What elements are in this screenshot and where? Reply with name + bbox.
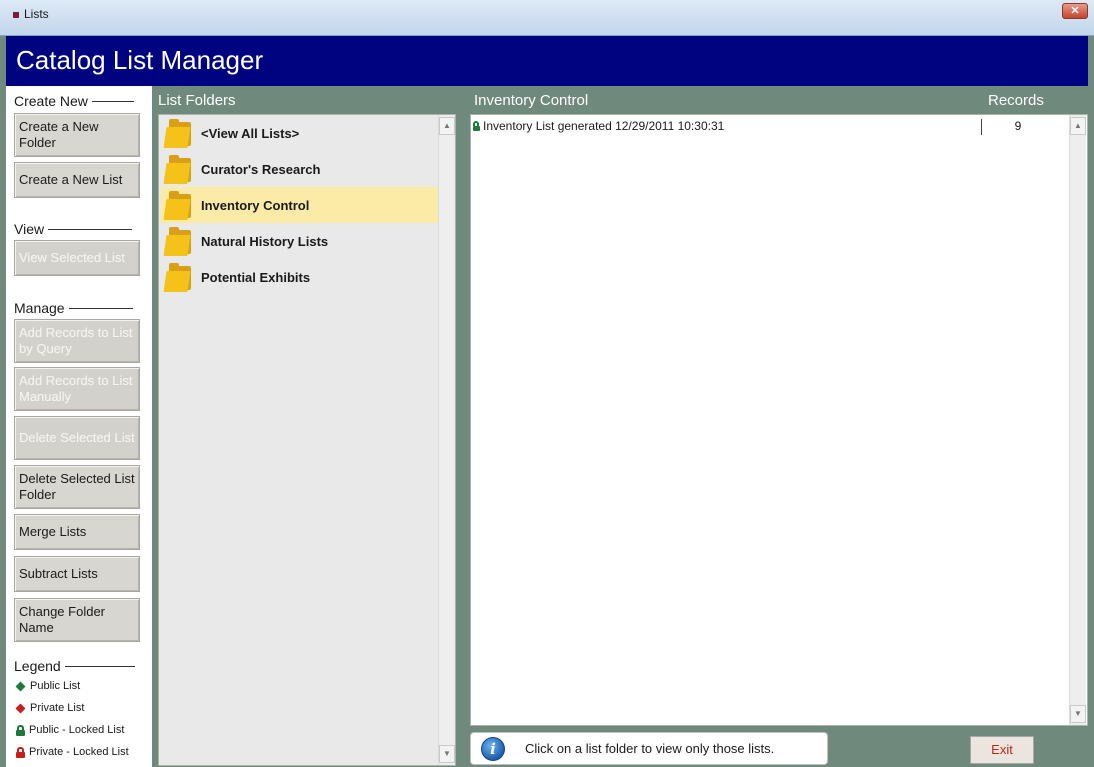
sidebar: Create New Create a New Folder Create a … [6, 86, 152, 767]
scroll-up-icon[interactable]: ▲ [439, 117, 455, 135]
folder-icon [163, 154, 193, 184]
folder-icon [163, 262, 193, 292]
close-icon: ✕ [1070, 5, 1080, 17]
folder-label: <View All Lists> [201, 125, 300, 141]
merge-lists-button[interactable]: Merge Lists [14, 514, 140, 550]
green-lock-icon [16, 724, 25, 736]
folders-header: List Folders [158, 92, 236, 109]
scroll-down-icon[interactable]: ▼ [439, 745, 455, 763]
manage-section-label: Manage [14, 300, 133, 316]
delete-selected-list-button[interactable]: Delete Selected List [14, 416, 140, 460]
folder-item-inventory-control[interactable]: Inventory Control [161, 187, 439, 223]
add-records-manually-button[interactable]: Add Records to List Manually [14, 367, 140, 411]
view-section-label: View [14, 221, 133, 237]
folder-scrollbar[interactable]: ▲ ▼ [438, 115, 455, 765]
delete-selected-folder-button[interactable]: Delete Selected List Folder [14, 465, 140, 509]
list-row[interactable]: Inventory List generated 12/29/2011 10:3… [473, 117, 1067, 135]
folder-item-potential-exhibits[interactable]: Potential Exhibits [161, 259, 439, 295]
record-count: 9 [1014, 119, 1022, 133]
scroll-down-icon[interactable]: ▼ [1070, 705, 1086, 723]
subtract-lists-button[interactable]: Subtract Lists [14, 556, 140, 592]
app-title: Catalog List Manager [16, 45, 264, 75]
records-header: Records [988, 92, 1044, 109]
folder-item-natural-history[interactable]: Natural History Lists [161, 223, 439, 259]
legend-section-label: Legend [14, 658, 135, 674]
folder-list: <View All Lists> Curator's Research Inve… [158, 114, 456, 766]
legend-private: Private List [15, 702, 84, 714]
close-button[interactable]: ✕ [1062, 3, 1088, 19]
info-tip: i Click on a list folder to view only th… [470, 732, 828, 765]
list-scrollbar[interactable]: ▲ ▼ [1069, 115, 1086, 725]
lists-header: Inventory Control [474, 92, 589, 109]
title-bar: Lists ✕ [0, 0, 1094, 36]
create-folder-button[interactable]: Create a New Folder [14, 113, 140, 157]
folder-label: Natural History Lists [201, 233, 329, 249]
folder-icon [163, 190, 193, 220]
scroll-up-icon[interactable]: ▲ [1070, 117, 1086, 135]
legend-private-locked: Private - Locked List [16, 746, 129, 758]
app-window: Lists ✕ Catalog List Manager Create New … [0, 0, 1094, 767]
folder-item-view-all[interactable]: <View All Lists> [161, 115, 439, 151]
folder-icon [163, 226, 193, 256]
window-title: Lists [24, 7, 49, 21]
legend-public: Public List [15, 680, 80, 692]
legend-public-locked: Public - Locked List [16, 724, 124, 736]
folder-label: Potential Exhibits [201, 269, 311, 285]
green-lock-icon [473, 121, 480, 131]
info-text: Click on a list folder to view only thos… [525, 741, 775, 756]
info-icon: i [481, 737, 505, 761]
change-folder-name-button[interactable]: Change Folder Name [14, 598, 140, 642]
app-header: Catalog List Manager [6, 36, 1088, 86]
public-diamond-icon [15, 681, 26, 691]
folder-label: Inventory Control [201, 197, 310, 213]
create-new-section-label: Create New [14, 93, 134, 109]
view-selected-list-button[interactable]: View Selected List [14, 240, 140, 276]
create-list-button[interactable]: Create a New List [14, 162, 140, 198]
folder-icon [163, 118, 193, 148]
exit-button[interactable]: Exit [970, 736, 1034, 764]
column-divider [981, 119, 982, 135]
red-lock-icon [16, 746, 25, 758]
app-icon [13, 12, 19, 18]
add-records-by-query-button[interactable]: Add Records to List by Query [14, 319, 140, 363]
private-diamond-icon [15, 703, 26, 713]
list-name: Inventory List generated 12/29/2011 10:3… [483, 119, 725, 133]
folder-label: Curator's Research [201, 161, 321, 177]
folder-item-curators-research[interactable]: Curator's Research [161, 151, 439, 187]
list-table: Inventory List generated 12/29/2011 10:3… [470, 114, 1088, 726]
